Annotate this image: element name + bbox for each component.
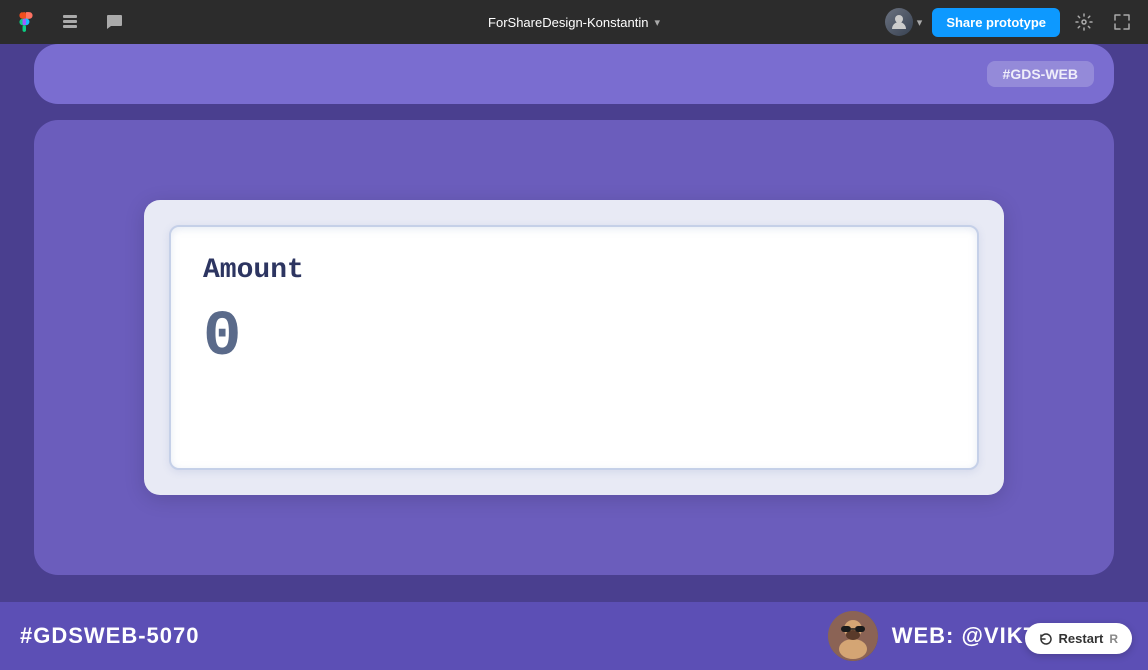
amount-frame: Amount 0: [144, 200, 1004, 495]
restart-label: Restart: [1059, 631, 1104, 646]
settings-icon[interactable]: [1070, 8, 1098, 36]
expand-icon[interactable]: [1108, 8, 1136, 36]
restart-key: R: [1109, 632, 1118, 646]
toolbar-left: [12, 8, 128, 36]
comment-icon[interactable]: [100, 8, 128, 36]
top-card-partial: #GDS-WEB: [34, 44, 1114, 104]
amount-value: 0: [203, 306, 945, 370]
toolbar: ForShareDesign-Konstantin ▾ ▾ Share prot…: [0, 0, 1148, 44]
chevron-down-icon: ▾: [654, 16, 660, 29]
user-avatar-area[interactable]: ▾: [885, 8, 923, 36]
avatar-chevron-icon: ▾: [917, 16, 923, 29]
top-card-label: #GDS-WEB: [987, 61, 1094, 87]
amount-inner: Amount 0: [169, 225, 979, 470]
main-card: Amount 0: [34, 120, 1114, 575]
restart-button[interactable]: Restart R: [1025, 623, 1132, 654]
file-title: ForShareDesign-Konstantin: [488, 15, 648, 30]
toolbar-right: ▾ Share prototype: [885, 8, 1136, 37]
layers-icon[interactable]: [56, 8, 84, 36]
amount-label: Amount: [203, 255, 945, 286]
share-prototype-button[interactable]: Share prototype: [932, 8, 1060, 37]
figma-logo[interactable]: [12, 8, 40, 36]
canvas-area: #GDS-WEB Amount 0 #GDSWEB-5070: [0, 44, 1148, 670]
avatar: [885, 8, 913, 36]
web-avatar: [828, 611, 878, 661]
hashtag-label: #GDSWEB-5070: [20, 623, 200, 649]
bottom-bar: #GDSWEB-5070 WEB: @VIKTOR.SEC: [0, 602, 1148, 670]
file-title-area[interactable]: ForShareDesign-Konstantin ▾: [488, 15, 660, 30]
